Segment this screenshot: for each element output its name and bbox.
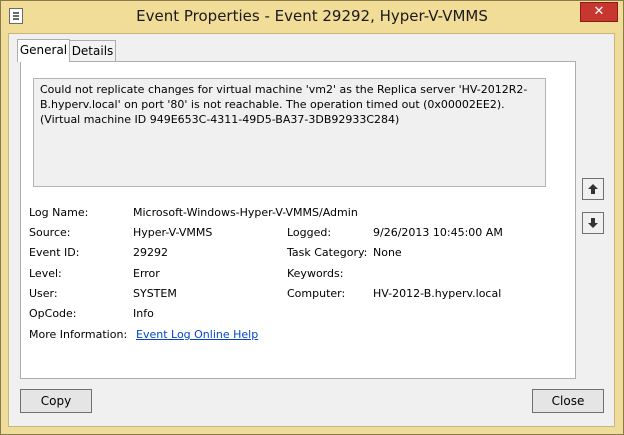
arrow-up-icon	[588, 184, 598, 194]
opcode-value: Info	[133, 307, 154, 320]
user-label: User:	[29, 287, 58, 300]
window-title: Event Properties - Event 29292, Hyper-V-…	[136, 7, 488, 25]
tab-details[interactable]: Details	[69, 40, 116, 61]
log-name-value: Microsoft-Windows-Hyper-V-VMMS/Admin	[133, 206, 358, 219]
user-value: SYSTEM	[133, 287, 177, 300]
copy-button[interactable]: Copy	[20, 389, 92, 413]
computer-label: Computer:	[287, 287, 346, 300]
close-button[interactable]: Close	[532, 389, 604, 413]
event-description[interactable]: Could not replicate changes for virtual …	[33, 78, 546, 187]
tab-general[interactable]: General	[17, 39, 70, 62]
task-category-label: Task Category:	[287, 246, 368, 259]
more-information-label: More Information:	[29, 328, 128, 341]
window-close-button[interactable]: ✕	[580, 2, 618, 22]
keywords-label: Keywords:	[287, 267, 344, 280]
level-label: Level:	[29, 267, 62, 280]
event-id-value: 29292	[133, 246, 168, 259]
source-label: Source:	[29, 226, 71, 239]
next-event-button[interactable]	[582, 212, 604, 234]
event-log-online-help-link[interactable]: Event Log Online Help	[136, 328, 258, 342]
previous-event-button[interactable]	[582, 178, 604, 200]
event-id-label: Event ID:	[29, 246, 80, 259]
general-panel: Could not replicate changes for virtual …	[20, 61, 576, 379]
title-bar[interactable]: Event Properties - Event 29292, Hyper-V-…	[1, 1, 623, 31]
event-properties-window: Event Properties - Event 29292, Hyper-V-…	[0, 0, 624, 435]
source-value: Hyper-V-VMMS	[133, 226, 213, 239]
level-value: Error	[133, 267, 160, 280]
computer-value: HV-2012-B.hyperv.local	[373, 287, 502, 300]
logged-label: Logged:	[287, 226, 332, 239]
opcode-label: OpCode:	[29, 307, 77, 320]
log-name-label: Log Name:	[29, 206, 89, 219]
arrow-down-icon	[588, 218, 598, 228]
task-category-value: None	[373, 246, 402, 259]
dialog-body: General Details Could not replicate chan…	[8, 33, 615, 427]
logged-value: 9/26/2013 10:45:00 AM	[373, 226, 503, 239]
